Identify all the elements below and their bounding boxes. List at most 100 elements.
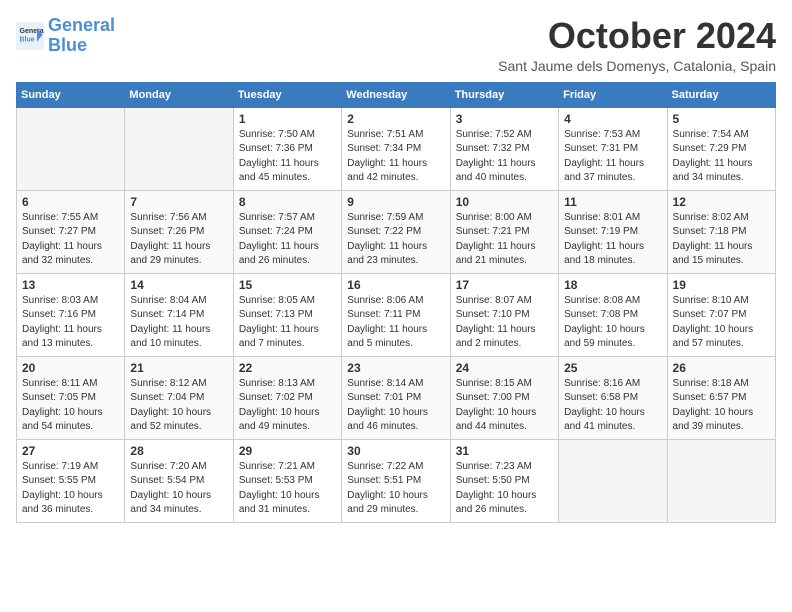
day-number: 8 [239,195,336,209]
day-number: 26 [673,361,770,375]
day-number: 12 [673,195,770,209]
calendar-cell: 19Sunrise: 8:10 AMSunset: 7:07 PMDayligh… [667,273,775,356]
calendar-cell: 5 Sunrise: 7:54 AMSunset: 7:29 PMDaylight… [667,107,775,190]
calendar-cell: 6 Sunrise: 7:55 AMSunset: 7:27 PMDaylight… [17,190,125,273]
title-block: October 2024 Sant Jaume dels Domenys, Ca… [498,16,776,74]
calendar-cell: 15 Sunrise: 8:05 AMSunset: 7:13 PMDayligh… [233,273,341,356]
day-number: 10 [456,195,553,209]
calendar-cell [17,107,125,190]
day-info: Sunrise: 8:08 AMSunset: 7:08 PMDaylight:… [564,294,661,352]
day-info: Sunrise: 8:05 AMSunset: 7:13 PMDaylight:… [239,294,336,352]
logo: General Blue General Blue [16,16,115,56]
calendar-cell: 10 Sunrise: 8:00 AMSunset: 7:21 PMDayligh… [450,190,558,273]
day-number: 7 [130,195,227,209]
calendar-cell: 9Sunrise: 7:59 AMSunset: 7:22 PMDaylight… [342,190,450,273]
calendar-cell: 29 Sunrise: 7:21 AMSunset: 5:53 PMDayligh… [233,439,341,522]
day-number: 24 [456,361,553,375]
day-info: Sunrise: 7:57 AMSunset: 7:24 PMDaylight:… [239,211,336,269]
calendar-cell: 13 Sunrise: 8:03 AMSunset: 7:16 PMDayligh… [17,273,125,356]
day-number: 22 [239,361,336,375]
calendar-week-row: 20 Sunrise: 8:11 AMSunset: 7:05 PMDayligh… [17,356,776,439]
calendar-cell: 22 Sunrise: 8:13 AMSunset: 7:02 PMDayligh… [233,356,341,439]
calendar-cell: 12Sunrise: 8:02 AMSunset: 7:18 PMDayligh… [667,190,775,273]
logo-icon: General Blue [16,22,44,50]
day-info: Sunrise: 7:52 AMSunset: 7:32 PMDaylight:… [456,128,553,186]
calendar-cell: 26 Sunrise: 8:18 AMSunset: 6:57 PMDayligh… [667,356,775,439]
calendar-table: SundayMondayTuesdayWednesdayThursdayFrid… [16,82,776,523]
day-info: Sunrise: 8:01 AMSunset: 7:19 PMDaylight:… [564,211,661,269]
day-number: 25 [564,361,661,375]
calendar-cell: 25 Sunrise: 8:16 AMSunset: 6:58 PMDayligh… [559,356,667,439]
day-number: 15 [239,278,336,292]
day-number: 17 [456,278,553,292]
calendar-cell: 31Sunrise: 7:23 AMSunset: 5:50 PMDayligh… [450,439,558,522]
day-header: Wednesday [342,82,450,107]
calendar-cell: 11 Sunrise: 8:01 AMSunset: 7:19 PMDayligh… [559,190,667,273]
calendar-cell: 8 Sunrise: 7:57 AMSunset: 7:24 PMDaylight… [233,190,341,273]
day-info: Sunrise: 7:50 AMSunset: 7:36 PMDaylight:… [239,128,336,186]
day-info: Sunrise: 8:03 AMSunset: 7:16 PMDaylight:… [22,294,119,352]
location-subtitle: Sant Jaume dels Domenys, Catalonia, Spai… [498,58,776,74]
calendar-cell [667,439,775,522]
day-header: Tuesday [233,82,341,107]
calendar-week-row: 27 Sunrise: 7:19 AMSunset: 5:55 PMDayligh… [17,439,776,522]
day-info: Sunrise: 8:18 AMSunset: 6:57 PMDaylight:… [673,377,770,435]
calendar-cell: 1Sunrise: 7:50 AMSunset: 7:36 PMDaylight… [233,107,341,190]
day-number: 19 [673,278,770,292]
day-info: Sunrise: 7:53 AMSunset: 7:31 PMDaylight:… [564,128,661,186]
day-header-row: SundayMondayTuesdayWednesdayThursdayFrid… [17,82,776,107]
day-info: Sunrise: 8:11 AMSunset: 7:05 PMDaylight:… [22,377,119,435]
calendar-cell: 24 Sunrise: 8:15 AMSunset: 7:00 PMDayligh… [450,356,558,439]
day-info: Sunrise: 7:55 AMSunset: 7:27 PMDaylight:… [22,211,119,269]
day-info: Sunrise: 8:06 AMSunset: 7:11 PMDaylight:… [347,294,444,352]
day-number: 2 [347,112,444,126]
day-number: 29 [239,444,336,458]
day-info: Sunrise: 7:54 AMSunset: 7:29 PMDaylight:… [673,128,770,186]
day-info: Sunrise: 8:16 AMSunset: 6:58 PMDaylight:… [564,377,661,435]
calendar-cell: 7 Sunrise: 7:56 AMSunset: 7:26 PMDaylight… [125,190,233,273]
day-number: 4 [564,112,661,126]
day-number: 16 [347,278,444,292]
day-info: Sunrise: 8:15 AMSunset: 7:00 PMDaylight:… [456,377,553,435]
calendar-cell: 17 Sunrise: 8:07 AMSunset: 7:10 PMDayligh… [450,273,558,356]
day-info: Sunrise: 8:07 AMSunset: 7:10 PMDaylight:… [456,294,553,352]
day-info: Sunrise: 8:13 AMSunset: 7:02 PMDaylight:… [239,377,336,435]
calendar-week-row: 6 Sunrise: 7:55 AMSunset: 7:27 PMDaylight… [17,190,776,273]
day-number: 31 [456,444,553,458]
day-number: 21 [130,361,227,375]
calendar-cell: 14 Sunrise: 8:04 AMSunset: 7:14 PMDayligh… [125,273,233,356]
calendar-cell: 20 Sunrise: 8:11 AMSunset: 7:05 PMDayligh… [17,356,125,439]
day-number: 11 [564,195,661,209]
day-info: Sunrise: 7:19 AMSunset: 5:55 PMDaylight:… [22,460,119,518]
calendar-cell: 3 Sunrise: 7:52 AMSunset: 7:32 PMDaylight… [450,107,558,190]
day-number: 14 [130,278,227,292]
day-number: 13 [22,278,119,292]
day-info: Sunrise: 8:00 AMSunset: 7:21 PMDaylight:… [456,211,553,269]
calendar-cell: 30Sunrise: 7:22 AMSunset: 5:51 PMDayligh… [342,439,450,522]
day-header: Monday [125,82,233,107]
day-info: Sunrise: 7:51 AMSunset: 7:34 PMDaylight:… [347,128,444,186]
day-info: Sunrise: 7:59 AMSunset: 7:22 PMDaylight:… [347,211,444,269]
calendar-cell: 2 Sunrise: 7:51 AMSunset: 7:34 PMDaylight… [342,107,450,190]
day-number: 3 [456,112,553,126]
day-info: Sunrise: 8:04 AMSunset: 7:14 PMDaylight:… [130,294,227,352]
day-number: 6 [22,195,119,209]
day-info: Sunrise: 7:20 AMSunset: 5:54 PMDaylight:… [130,460,227,518]
day-number: 18 [564,278,661,292]
day-number: 28 [130,444,227,458]
calendar-cell: 4 Sunrise: 7:53 AMSunset: 7:31 PMDaylight… [559,107,667,190]
day-info: Sunrise: 8:14 AMSunset: 7:01 PMDaylight:… [347,377,444,435]
day-info: Sunrise: 7:56 AMSunset: 7:26 PMDaylight:… [130,211,227,269]
calendar-week-row: 1Sunrise: 7:50 AMSunset: 7:36 PMDaylight… [17,107,776,190]
day-number: 5 [673,112,770,126]
calendar-week-row: 13 Sunrise: 8:03 AMSunset: 7:16 PMDayligh… [17,273,776,356]
page-header: General Blue General Blue October 2024 S… [16,16,776,74]
day-number: 23 [347,361,444,375]
day-header: Sunday [17,82,125,107]
day-number: 20 [22,361,119,375]
calendar-cell: 21Sunrise: 8:12 AMSunset: 7:04 PMDayligh… [125,356,233,439]
day-info: Sunrise: 7:21 AMSunset: 5:53 PMDaylight:… [239,460,336,518]
calendar-cell: 18 Sunrise: 8:08 AMSunset: 7:08 PMDayligh… [559,273,667,356]
day-number: 27 [22,444,119,458]
calendar-cell: 27 Sunrise: 7:19 AMSunset: 5:55 PMDayligh… [17,439,125,522]
